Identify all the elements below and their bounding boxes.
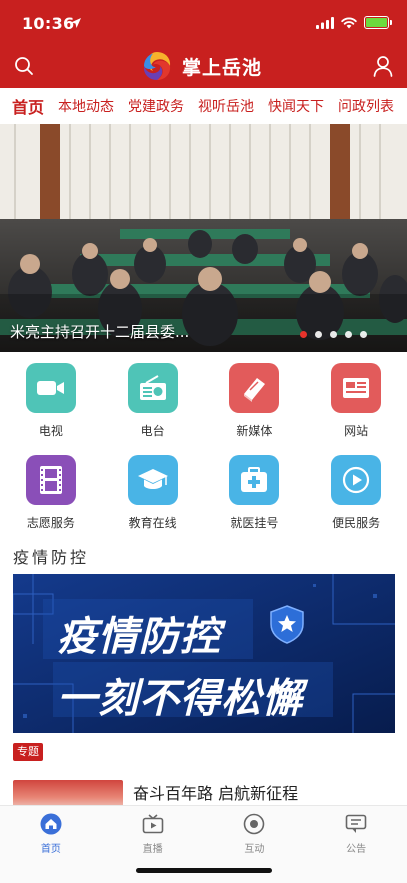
- banner-caption: 米亮主持召开十二届县委...: [10, 323, 190, 341]
- channel-world-news[interactable]: 快闻天下: [268, 96, 324, 116]
- service-convenience[interactable]: 便民服务: [305, 452, 407, 544]
- tab-label: 直播: [142, 844, 163, 855]
- home-indicator: [136, 868, 272, 873]
- film-icon: [25, 455, 76, 505]
- user-icon: [373, 56, 393, 77]
- status-time: 10:36: [22, 14, 75, 33]
- play-icon: [331, 455, 382, 505]
- carousel-dot[interactable]: [330, 331, 337, 338]
- app-bar: 掌上岳池: [0, 44, 407, 88]
- graduation-cap-icon: [127, 455, 178, 505]
- service-label: 教育在线: [128, 516, 177, 530]
- live-tv-icon: [141, 812, 165, 836]
- carousel-dot[interactable]: [345, 331, 352, 338]
- service-label: 电视: [38, 424, 63, 438]
- channel-home[interactable]: 首页: [12, 94, 44, 118]
- search-button[interactable]: [10, 52, 38, 80]
- police-badge-icon: [270, 605, 304, 644]
- promo-slogan: 一刻不得松懈: [57, 676, 303, 722]
- brand: 掌上岳池: [140, 49, 262, 83]
- service-tv[interactable]: 电视: [0, 360, 102, 452]
- service-education[interactable]: 教育在线: [102, 452, 204, 544]
- signal-icon: [316, 16, 334, 29]
- service-label: 就医挂号: [230, 516, 279, 530]
- service-label: 电台: [140, 424, 165, 438]
- epidemic-promo-banner[interactable]: 疫情防控 一刻不得松懈: [13, 574, 395, 733]
- carousel-dot[interactable]: [315, 331, 322, 338]
- channel-audio-visual[interactable]: 视听岳池: [198, 96, 254, 116]
- service-label: 新媒体: [236, 424, 273, 438]
- tab-label: 首页: [40, 844, 61, 855]
- promo-heading: 疫情防控: [57, 614, 221, 660]
- service-radio[interactable]: 电台: [102, 360, 204, 452]
- channel-local-news[interactable]: 本地动态: [58, 96, 114, 116]
- banner-image: [0, 124, 407, 352]
- section-title: 疫情防控: [13, 548, 90, 567]
- app-title: 掌上岳池: [182, 56, 263, 79]
- topic-tag: 专题: [13, 743, 43, 761]
- service-website[interactable]: 网站: [305, 360, 407, 452]
- carousel-indicator: [300, 331, 367, 338]
- status-bar: 10:36: [0, 0, 407, 44]
- book-icon: [229, 363, 280, 413]
- service-grid: 电视 电台 新媒体 网站 志愿服务 教育在线 就医挂号 便民服务: [0, 360, 407, 544]
- service-new-media[interactable]: 新媒体: [204, 360, 306, 452]
- notice-icon: [344, 812, 368, 836]
- service-volunteer[interactable]: 志愿服务: [0, 452, 102, 544]
- medical-kit-icon: [229, 455, 280, 505]
- banner-carousel[interactable]: 米亮主持召开十二届县委...: [0, 124, 407, 352]
- home-icon: [39, 812, 63, 836]
- app-header: 10:36 掌上岳池: [0, 0, 407, 88]
- battery-icon: [364, 16, 392, 29]
- tv-camera-icon: [25, 363, 76, 413]
- search-icon: [15, 57, 33, 75]
- channel-party-affairs[interactable]: 党建政务: [128, 96, 184, 116]
- channel-nav: 首页 本地动态 党建政务 视听岳池 快闻天下 问政列表: [0, 88, 407, 124]
- interact-icon: [242, 812, 266, 836]
- location-arrow-icon: [71, 18, 81, 28]
- carousel-dot[interactable]: [360, 331, 367, 338]
- user-button[interactable]: [369, 52, 397, 80]
- tab-notice[interactable]: 公告: [305, 806, 407, 883]
- service-hospital-registration[interactable]: 就医挂号: [204, 452, 306, 544]
- app-logo-icon: [143, 52, 171, 80]
- status-icons: [316, 16, 392, 29]
- tab-label: 互动: [244, 844, 265, 855]
- carousel-dot[interactable]: [300, 331, 307, 338]
- wifi-icon: [341, 17, 357, 28]
- website-icon: [331, 363, 382, 413]
- channel-inquiry-list[interactable]: 问政列表: [338, 96, 394, 116]
- tab-home[interactable]: 首页: [0, 806, 102, 883]
- radio-icon: [127, 363, 178, 413]
- service-label: 网站: [344, 424, 369, 438]
- service-label: 志愿服务: [26, 516, 75, 530]
- news-title: 奋斗百年路 启航新征程: [133, 784, 299, 803]
- service-label: 便民服务: [332, 516, 381, 530]
- tab-label: 公告: [346, 844, 367, 855]
